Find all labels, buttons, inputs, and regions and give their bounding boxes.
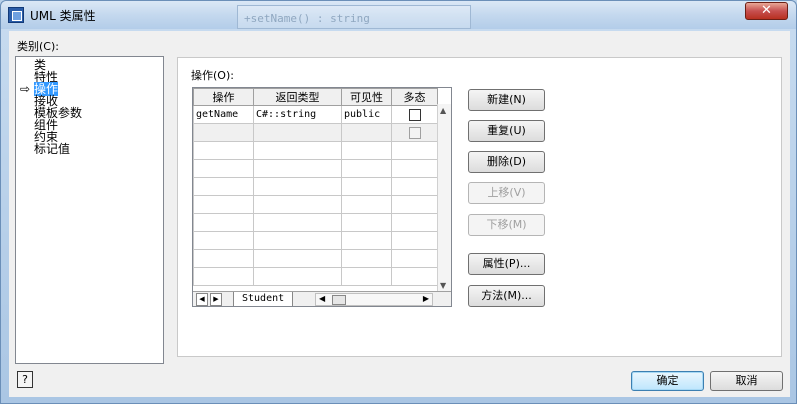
column-header-visibility[interactable]: 可见性 <box>341 88 392 106</box>
background-shape-text: +setName() : string <box>244 12 370 25</box>
operations-grid[interactable]: 操作 返回类型 可见性 多态 getName C#::string public <box>192 87 452 307</box>
cell-empty[interactable] <box>253 123 342 142</box>
current-arrow-icon: ⇨ <box>20 82 31 96</box>
dialog-client: 类别(C): ⇨ 类 特性 操作 接收 模板参数 组件 约束 标记值 操作(O)… <box>9 31 790 397</box>
table-row-empty <box>193 213 438 232</box>
scroll-thumb[interactable] <box>332 295 346 305</box>
horizontal-scrollbar[interactable]: ◀ ▶ <box>315 293 433 306</box>
move-up-button[interactable]: 上移(V) <box>468 182 545 204</box>
ok-button[interactable]: 确定 <box>631 371 704 391</box>
category-item-label: 标记值 <box>34 142 71 156</box>
polymorphic-checkbox[interactable] <box>408 108 421 121</box>
background-shape: +setName() : string <box>237 5 471 29</box>
cell-empty[interactable] <box>341 123 392 142</box>
column-header-return-type[interactable]: 返回类型 <box>253 88 342 106</box>
table-row-empty <box>193 195 438 214</box>
table-row-new[interactable] <box>193 123 438 142</box>
cell-polymorphic[interactable] <box>391 105 438 124</box>
vertical-scrollbar[interactable]: ▲ ▼ <box>437 104 451 292</box>
methods-button[interactable]: 方法(M)... <box>468 285 545 307</box>
scroll-left-arrow-icon[interactable]: ◀ <box>319 294 325 303</box>
category-item-tagged-values[interactable]: 标记值 <box>34 143 70 155</box>
title-bar[interactable]: UML 类属性 +setName() : string ✕ <box>1 1 796 29</box>
move-down-button[interactable]: 下移(M) <box>468 214 545 236</box>
properties-button[interactable]: 属性(P)... <box>468 253 545 275</box>
cancel-button[interactable]: 取消 <box>710 371 783 391</box>
table-row[interactable]: getName C#::string public <box>193 105 438 124</box>
operations-table: 操作 返回类型 可见性 多态 getName C#::string public <box>193 88 438 286</box>
tab-prev-arrow-icon[interactable]: ◀ <box>196 293 208 306</box>
sheet-tabs-bar: ◀ ▶ Student ◀ ▶ <box>193 291 451 306</box>
dialog-window: UML 类属性 +setName() : string ✕ 类别(C): ⇨ 类… <box>0 0 797 404</box>
scroll-down-arrow-icon[interactable]: ▼ <box>440 281 446 290</box>
cell-empty[interactable] <box>193 123 254 142</box>
close-button[interactable]: ✕ <box>745 2 788 20</box>
cell-visibility[interactable]: public <box>341 105 392 124</box>
table-row-empty <box>193 249 438 268</box>
column-header-operation[interactable]: 操作 <box>193 88 254 106</box>
table-row-empty <box>193 159 438 178</box>
window-title: UML 类属性 <box>30 9 96 23</box>
scroll-up-arrow-icon[interactable]: ▲ <box>440 106 446 115</box>
operations-label: 操作(O): <box>191 69 234 82</box>
tab-student[interactable]: Student <box>233 292 294 306</box>
category-list[interactable]: ⇨ 类 特性 操作 接收 模板参数 组件 约束 标记值 <box>15 56 164 364</box>
help-button[interactable]: ? <box>17 371 33 388</box>
polymorphic-checkbox-disabled <box>408 126 421 139</box>
column-header-polymorphic[interactable]: 多态 <box>391 88 438 106</box>
new-button[interactable]: 新建(N) <box>468 89 545 111</box>
cell-return-type[interactable]: C#::string <box>253 105 342 124</box>
table-row-empty <box>193 267 438 286</box>
table-row-empty <box>193 141 438 160</box>
category-label: 类别(C): <box>17 40 59 53</box>
delete-button[interactable]: 删除(D) <box>468 151 545 173</box>
tab-next-arrow-icon[interactable]: ▶ <box>210 293 222 306</box>
duplicate-button[interactable]: 重复(U) <box>468 120 545 142</box>
scroll-right-arrow-icon[interactable]: ▶ <box>423 294 429 303</box>
cell-polymorphic[interactable] <box>391 123 438 142</box>
uml-app-icon <box>8 7 24 23</box>
operations-panel: 操作(O): 操作 返回类型 可见性 多态 getName C#::string… <box>177 57 782 357</box>
table-row-empty <box>193 231 438 250</box>
cell-operation[interactable]: getName <box>193 105 254 124</box>
table-row-empty <box>193 177 438 196</box>
